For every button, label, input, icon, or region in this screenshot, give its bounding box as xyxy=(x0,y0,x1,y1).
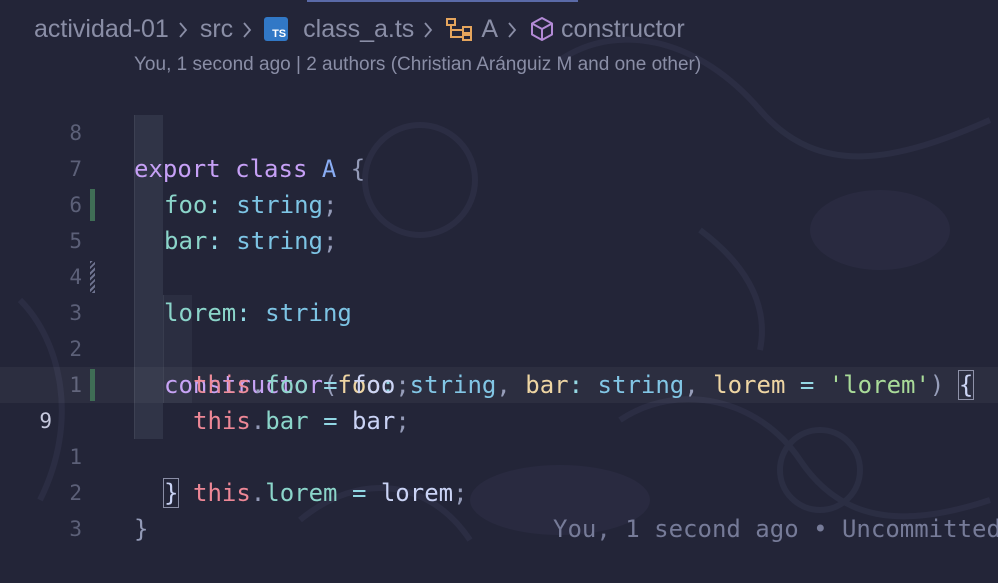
chevron-right-icon xyxy=(177,19,191,39)
typescript-file-icon: TS xyxy=(264,17,289,41)
code-line-current[interactable]: 9 this.lorem = lorem; You, 1 second ago … xyxy=(0,367,998,543)
breadcrumb-item-class[interactable]: A xyxy=(481,15,498,44)
code-line[interactable]: 1 } xyxy=(0,403,998,508)
code-line[interactable]: 7 foo: string; xyxy=(0,115,998,219)
line-number: 3 xyxy=(69,517,82,541)
breadcrumb-item-src[interactable]: src xyxy=(200,15,233,44)
git-modified-marker[interactable] xyxy=(90,369,95,401)
git-blame-codelens[interactable]: You, 1 second ago | 2 authors (Christian… xyxy=(134,54,701,76)
breadcrumb-item-folder[interactable]: actividad-01 xyxy=(34,15,169,44)
class-symbol-icon xyxy=(445,16,475,42)
code-line[interactable]: 3 constructor(foo: string, bar: string, … xyxy=(0,259,998,400)
breadcrumb-item-file[interactable]: class_a.ts xyxy=(303,15,414,44)
breadcrumb-item-constructor[interactable]: constructor xyxy=(561,15,685,44)
code-line[interactable]: 2 this.foo = foo; xyxy=(0,295,998,399)
code-editor[interactable]: 8 export class A { 7 foo: string; 6 bar:… xyxy=(0,79,998,562)
code-line[interactable]: 5 lorem: string xyxy=(0,187,998,327)
chevron-right-icon xyxy=(422,19,436,39)
code-line[interactable]: 3 xyxy=(0,475,998,541)
code-line[interactable]: 6 bar: string; xyxy=(0,151,998,255)
code-text: } xyxy=(134,515,149,543)
chevron-right-icon xyxy=(241,19,255,39)
code-line[interactable]: 8 export class A { xyxy=(0,79,998,183)
git-modified-marker[interactable] xyxy=(90,189,95,221)
chevron-right-icon xyxy=(506,19,520,39)
inline-blame-annotation[interactable]: You, 1 second ago • Uncommitted xyxy=(553,511,998,547)
method-cube-icon xyxy=(529,16,555,42)
breadcrumb: actividad-01 src TS class_a.ts A constru… xyxy=(0,0,998,58)
code-line[interactable]: 1 this.bar = bar; xyxy=(0,331,998,435)
code-line[interactable]: 4 xyxy=(0,223,998,289)
code-line[interactable]: 2 } xyxy=(0,439,998,543)
git-changed-marker[interactable] xyxy=(90,261,95,293)
